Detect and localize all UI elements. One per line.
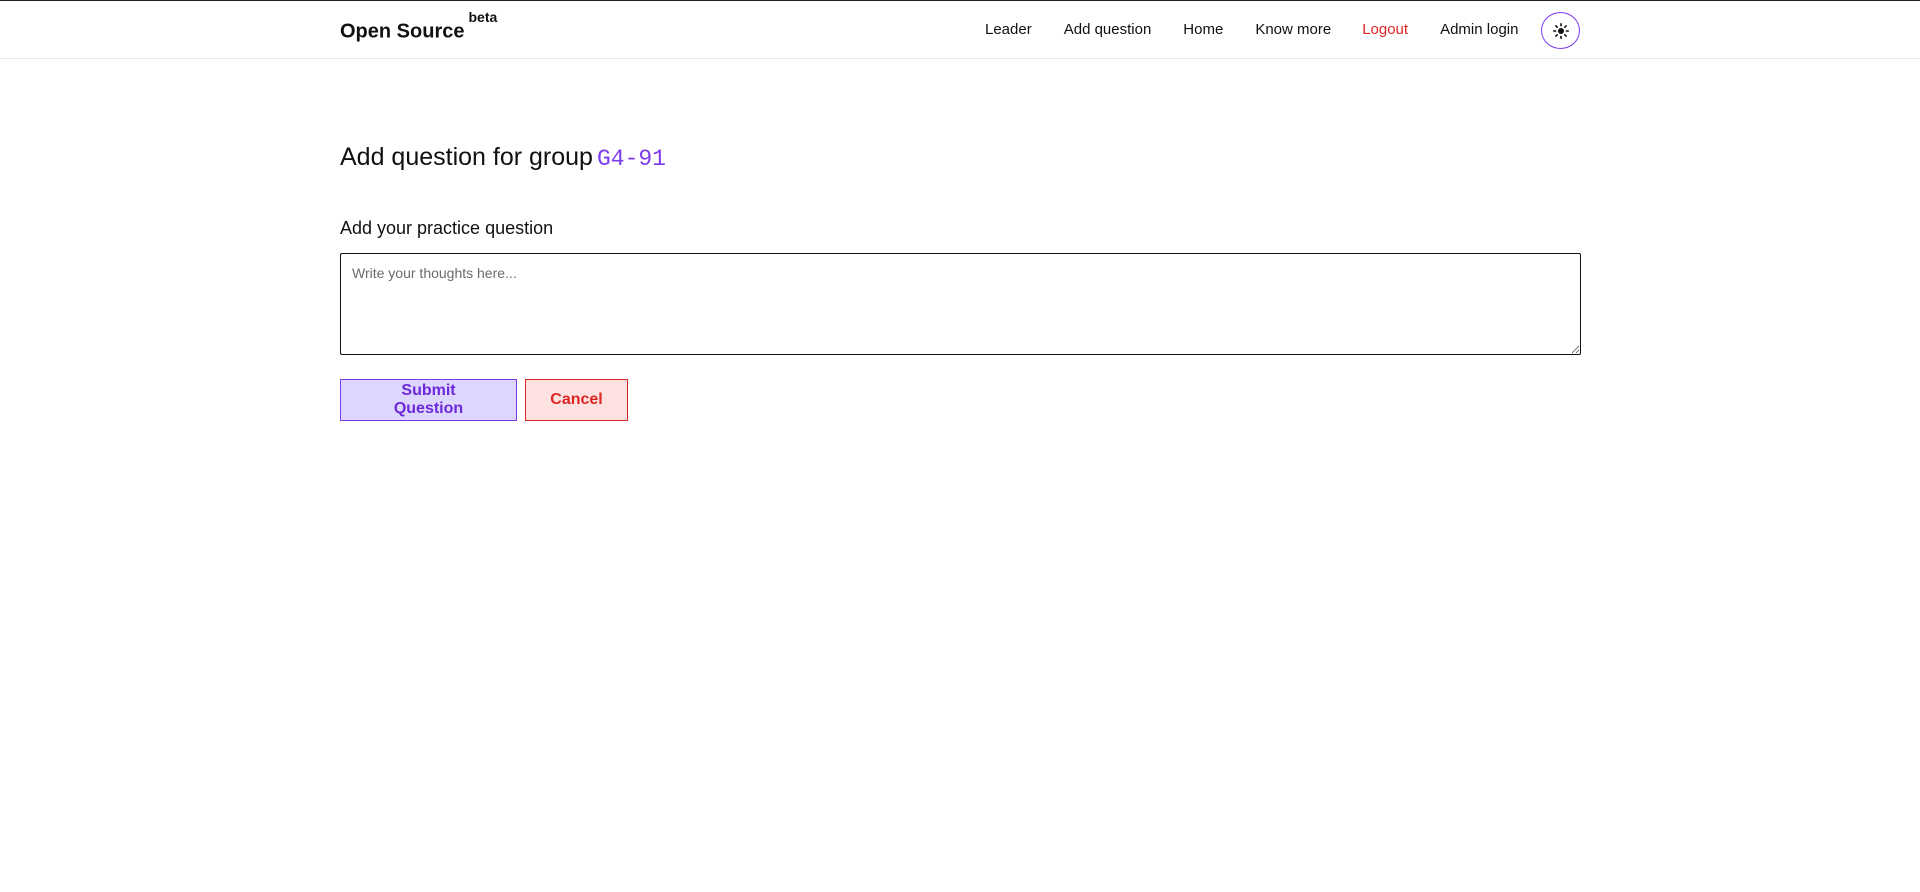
sun-icon	[1552, 22, 1569, 39]
nav-link-home[interactable]: Home	[1183, 21, 1223, 38]
nav-link-admin-login[interactable]: Admin login	[1440, 21, 1518, 38]
main-nav: Leader Add question Home Know more Logou…	[985, 21, 1518, 38]
beta-badge: beta	[468, 9, 498, 25]
theme-toggle-button[interactable]	[1541, 12, 1580, 49]
page-title: Add question for group G4-91	[340, 140, 1581, 176]
nav-link-add-question[interactable]: Add question	[1064, 21, 1152, 38]
group-code: G4-91	[596, 146, 666, 172]
nav-link-know-more[interactable]: Know more	[1255, 21, 1331, 38]
question-field-label: Add your practice question	[340, 218, 554, 238]
page-title-text: Add question for group	[340, 143, 593, 171]
nav-link-leader[interactable]: Leader	[985, 21, 1032, 38]
submit-question-button[interactable]: Submit Question	[340, 379, 517, 421]
cancel-button[interactable]: Cancel	[525, 379, 628, 421]
brand-logo[interactable]: Open Sourcebeta	[340, 9, 497, 44]
site-header: Open Sourcebeta Leader Add question Home…	[0, 1, 1920, 59]
question-textarea[interactable]	[340, 253, 1581, 355]
form-actions: Submit Question Cancel	[340, 379, 1581, 421]
add-question-form: Add question for group G4-91 Add your pra…	[340, 140, 1581, 421]
brand-name: Open Source	[340, 20, 465, 43]
nav-link-logout[interactable]: Logout	[1362, 21, 1408, 38]
